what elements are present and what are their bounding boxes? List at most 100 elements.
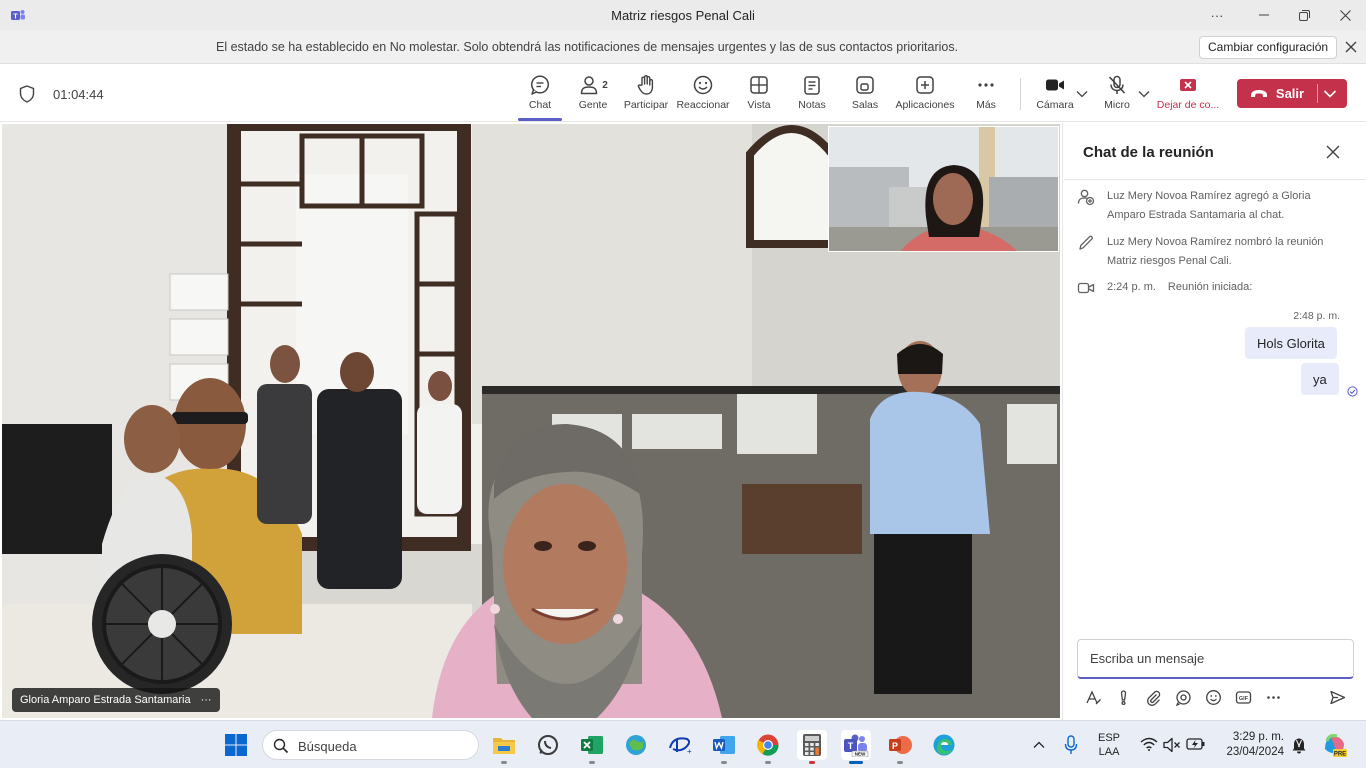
self-view-video[interactable] (828, 126, 1059, 252)
running-indicator (897, 761, 903, 764)
search-placeholder: Búsqueda (298, 739, 357, 754)
clock-time: 3:29 p. m. (1232, 731, 1284, 743)
chat-event: Luz Mery Novoa Ramírez nombró la reunión… (1077, 233, 1347, 271)
system-clock[interactable]: 3:29 p. m. 23/04/2024 (1218, 730, 1284, 760)
people-icon (580, 76, 598, 95)
chat-event-text: Reunión iniciada: (1167, 281, 1253, 293)
people-add-icon (1077, 189, 1095, 206)
restore-icon[interactable] (1283, 0, 1325, 30)
chat-message[interactable]: Hols Glorita (1245, 327, 1337, 359)
hand-icon (637, 75, 654, 95)
message-timestamp: 2:48 p. m. (1293, 310, 1340, 322)
camera-button[interactable]: Cámara (1035, 74, 1075, 120)
notes-button[interactable]: Notas (795, 74, 829, 120)
windows-start-icon[interactable] (224, 733, 248, 757)
mic-options-chevron-icon[interactable] (1138, 90, 1150, 98)
notifications-bell-icon[interactable] (1291, 736, 1307, 754)
leave-options-chevron-icon[interactable] (1323, 89, 1337, 99)
volume-muted-icon[interactable] (1163, 737, 1181, 753)
send-button[interactable] (1327, 687, 1347, 707)
add-apps-icon (916, 76, 934, 94)
calculator-icon[interactable] (797, 730, 827, 764)
format-button[interactable] (1083, 687, 1103, 707)
running-indicator (765, 761, 771, 764)
clock-date: 23/04/2024 (1226, 746, 1284, 758)
whatsapp-icon[interactable] (533, 730, 563, 760)
windows-taskbar: Búsqueda + T NEW P ESP LAA 3:29 p. m. 23… (0, 720, 1366, 768)
people-label: Gente (578, 99, 608, 111)
close-chat-icon[interactable] (1325, 144, 1341, 160)
close-icon[interactable] (1324, 0, 1366, 30)
people-button[interactable]: 2 Gente (574, 74, 612, 120)
mic-off-icon (1108, 75, 1126, 94)
participant-name: Gloria Amparo Estrada Santamaria (20, 694, 191, 706)
apps-button[interactable]: Aplicaciones (895, 74, 955, 120)
message-compose-box[interactable] (1077, 639, 1354, 679)
attach-button[interactable] (1143, 687, 1163, 707)
meeting-timer: 01:04:44 (53, 87, 104, 102)
emoji-button[interactable] (1203, 687, 1223, 707)
change-settings-button[interactable]: Cambiar configuración (1199, 36, 1338, 59)
rooms-button[interactable]: Salas (848, 74, 882, 120)
battery-charging-icon[interactable] (1186, 737, 1206, 751)
view-button[interactable]: Vista (742, 74, 776, 120)
microphone-icon[interactable] (1064, 735, 1078, 755)
urgent-button[interactable] (1113, 687, 1133, 707)
wifi-icon[interactable] (1140, 737, 1158, 751)
chat-event-text: Luz Mery Novoa Ramírez agregó a Gloria A… (1107, 190, 1311, 221)
minimize-icon[interactable] (1243, 0, 1285, 30)
more-label: Más (976, 99, 996, 111)
self-view-feed (829, 127, 1058, 251)
loop-button[interactable] (1173, 687, 1193, 707)
react-button[interactable]: Reaccionar (676, 74, 730, 120)
file-explorer-icon[interactable] (489, 730, 519, 764)
meeting-toolbar: 01:04:44 Chat 2 Gente Participar Reaccio… (0, 64, 1366, 122)
video-stage[interactable]: Gloria Amparo Estrada Santamaria ··· (2, 124, 1060, 718)
keyboard-language[interactable]: ESP LAA (1098, 731, 1120, 759)
more-options-icon[interactable]: ··· (1196, 0, 1238, 30)
loop-icon (1175, 689, 1191, 706)
disney-plus-icon[interactable]: + (665, 730, 695, 760)
copilot-icon[interactable]: PRE (1321, 732, 1347, 758)
chrome-icon[interactable] (753, 730, 783, 764)
more-compose-options-button[interactable] (1263, 687, 1283, 707)
tray-chevron-up-icon[interactable] (1033, 740, 1045, 750)
participant-more-icon[interactable]: ··· (201, 688, 212, 712)
teams-icon[interactable]: T NEW (841, 730, 871, 764)
leave-button[interactable]: Salir (1237, 79, 1347, 108)
stop-sharing-button[interactable]: Dejar de co... (1155, 74, 1221, 120)
leave-divider (1317, 84, 1318, 103)
react-label: Reaccionar (676, 99, 730, 111)
raise-hand-button[interactable]: Participar (624, 74, 668, 120)
search-icon (273, 738, 289, 754)
gif-button[interactable]: GIF (1233, 687, 1253, 707)
participant-name-tag: Gloria Amparo Estrada Santamaria ··· (12, 688, 220, 712)
chat-message[interactable]: ya (1301, 363, 1339, 395)
leave-main-button[interactable]: Salir (1237, 79, 1317, 108)
leave-label: Salir (1275, 86, 1305, 101)
svg-text:+: + (687, 747, 692, 756)
important-icon (1120, 689, 1126, 705)
camera-options-chevron-icon[interactable] (1076, 90, 1088, 98)
chat-button[interactable]: Chat (518, 74, 562, 121)
video-icon (1077, 282, 1095, 294)
chat-panel-title: Chat de la reunión (1083, 144, 1214, 161)
more-button[interactable]: Más (969, 74, 1003, 120)
mic-button[interactable]: Micro (1099, 74, 1135, 120)
pencil-icon (1079, 235, 1093, 250)
word-icon[interactable] (709, 730, 739, 764)
widget-icon[interactable] (621, 730, 651, 760)
message-input[interactable] (1078, 640, 1353, 677)
running-indicator (501, 761, 507, 764)
taskbar-search-box[interactable]: Búsqueda (262, 730, 479, 760)
close-notification-icon[interactable] (1342, 38, 1360, 56)
svg-text:PRE: PRE (1334, 752, 1346, 758)
edge-icon[interactable] (929, 730, 959, 760)
powerpoint-icon[interactable]: P (885, 730, 915, 764)
svg-text:P: P (892, 741, 898, 751)
stop-share-label: Dejar de co... (1156, 99, 1220, 111)
running-indicator (589, 761, 595, 764)
view-label: Vista (747, 99, 771, 111)
chat-label: Chat (528, 99, 552, 111)
excel-icon[interactable] (577, 730, 607, 764)
